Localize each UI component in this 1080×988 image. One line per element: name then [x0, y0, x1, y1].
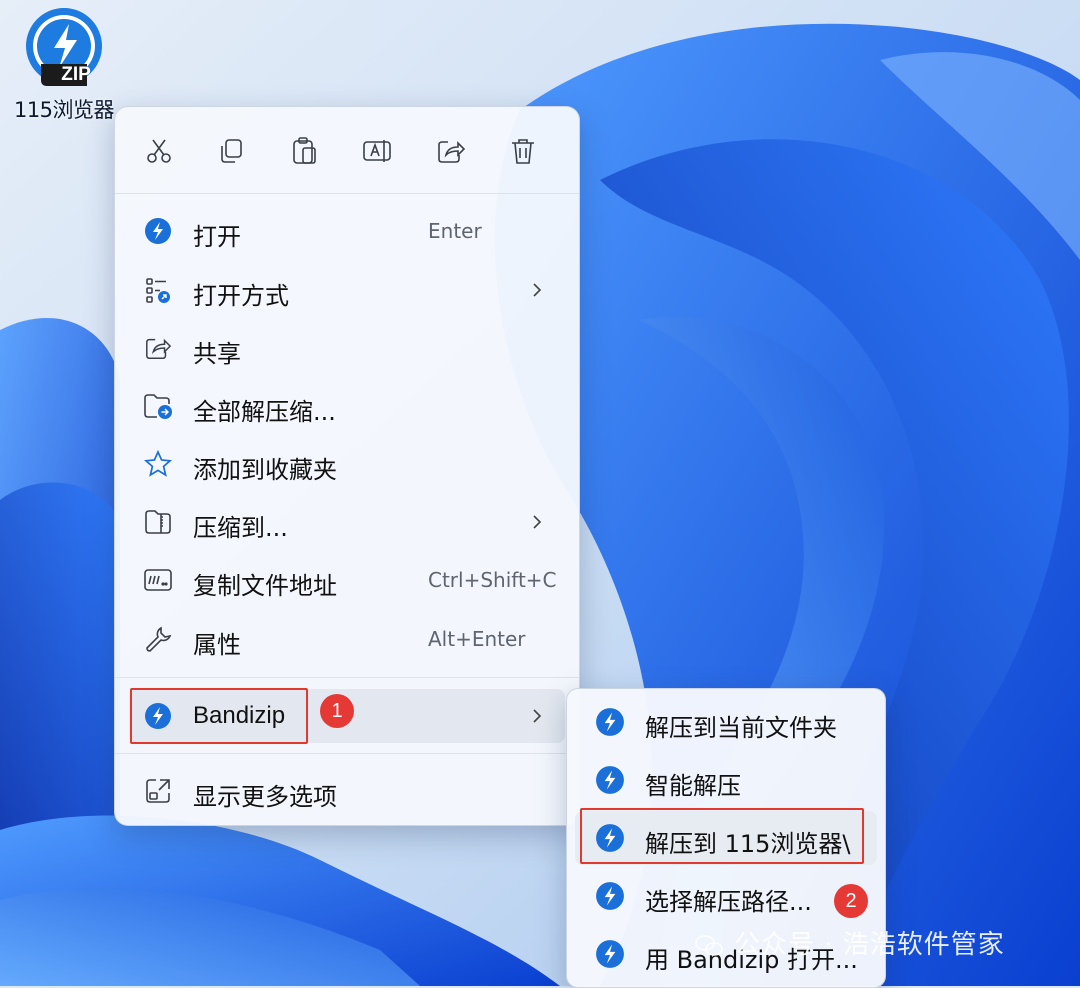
delete-icon [512, 139, 534, 164]
context-toolbar [115, 107, 579, 195]
compress-icon [145, 510, 171, 534]
cut-icon [147, 139, 171, 163]
delete-button[interactable] [503, 131, 543, 171]
menu-item-label: 添加到收藏夹 [193, 456, 337, 484]
copy-button[interactable] [211, 131, 251, 171]
menu-divider [115, 677, 579, 678]
bandizip-icon [596, 882, 624, 910]
share-icon [146, 338, 172, 360]
submenu-item-choose-path[interactable]: 选择解压路径... [575, 869, 877, 923]
cut-button[interactable] [139, 131, 179, 171]
desktop-icon-label: 115浏览器 [13, 98, 115, 122]
rename-icon [363, 140, 391, 162]
menu-item-add-favorites[interactable]: 添加到收藏夹 [129, 437, 565, 491]
submenu-item-smart-extract[interactable]: 智能解压 [575, 753, 877, 807]
toolbar-divider [115, 193, 579, 194]
highlight-box-bandizip [130, 688, 308, 744]
chevron-right-icon [533, 283, 542, 297]
chevron-right-icon [533, 709, 542, 723]
share-button[interactable] [431, 131, 471, 171]
watermark-text: 公众号 · 浩浩软件管家 [734, 930, 1005, 960]
more-options-icon [146, 779, 170, 803]
menu-item-more-options[interactable]: 显示更多选项 [129, 764, 565, 818]
bandizip-icon [596, 766, 624, 794]
menu-item-label: 全部解压缩... [193, 398, 336, 426]
extract-all-icon [144, 394, 172, 419]
watermark: 公众号 · 浩浩软件管家 [694, 924, 1005, 961]
menu-item-share[interactable]: 共享 [129, 321, 565, 375]
menu-item-copy-path[interactable]: 复制文件地址 Ctrl+Shift+C [129, 553, 565, 607]
submenu-item-extract-here[interactable]: 解压到当前文件夹 [575, 695, 877, 749]
highlight-box-extract-to [580, 808, 864, 864]
bandizip-icon [596, 940, 624, 968]
menu-item-shortcut: Ctrl+Shift+C [428, 568, 557, 592]
menu-item-label: 共享 [193, 340, 241, 368]
menu-item-label: 属性 [193, 631, 241, 659]
step-badge-1: 1 [320, 694, 354, 728]
menu-item-properties[interactable]: 属性 Alt+Enter [129, 612, 565, 666]
menu-item-label: 复制文件地址 [193, 572, 337, 600]
menu-item-open-with[interactable]: 打开方式 [129, 263, 565, 317]
submenu-item-label: 解压到当前文件夹 [645, 714, 837, 742]
wrench-icon [146, 626, 172, 652]
desktop-file-icon[interactable]: ZIP 115浏览器 [8, 6, 120, 124]
copy-path-icon [144, 569, 172, 591]
star-icon [143, 449, 173, 477]
menu-item-label: 显示更多选项 [193, 783, 337, 811]
menu-item-shortcut: Alt+Enter [428, 627, 526, 651]
chevron-right-icon [533, 515, 542, 529]
paste-icon [293, 137, 316, 164]
menu-item-extract-all[interactable]: 全部解压缩... [129, 379, 565, 433]
menu-item-compress-to[interactable]: 压缩到... [129, 495, 565, 549]
menu-item-label: 打开 [193, 223, 241, 251]
menu-item-label: 压缩到... [193, 514, 288, 542]
submenu-item-label: 选择解压路径... [645, 888, 812, 916]
menu-divider [115, 753, 579, 754]
menu-item-label: 打开方式 [193, 282, 289, 310]
bandizip-icon [145, 218, 171, 244]
step-badge-2: 2 [834, 884, 868, 918]
paste-button[interactable] [285, 131, 325, 171]
wechat-icon [695, 934, 723, 956]
menu-item-open[interactable]: 打开 Enter [129, 204, 565, 258]
share-icon [438, 141, 466, 163]
zip-badge-text: ZIP [61, 64, 91, 85]
open-with-icon [146, 278, 170, 303]
copy-icon [221, 139, 242, 163]
bandizip-icon [596, 708, 624, 736]
menu-item-shortcut: Enter [428, 219, 482, 243]
rename-button[interactable] [357, 131, 397, 171]
submenu-item-label: 智能解压 [645, 772, 741, 800]
